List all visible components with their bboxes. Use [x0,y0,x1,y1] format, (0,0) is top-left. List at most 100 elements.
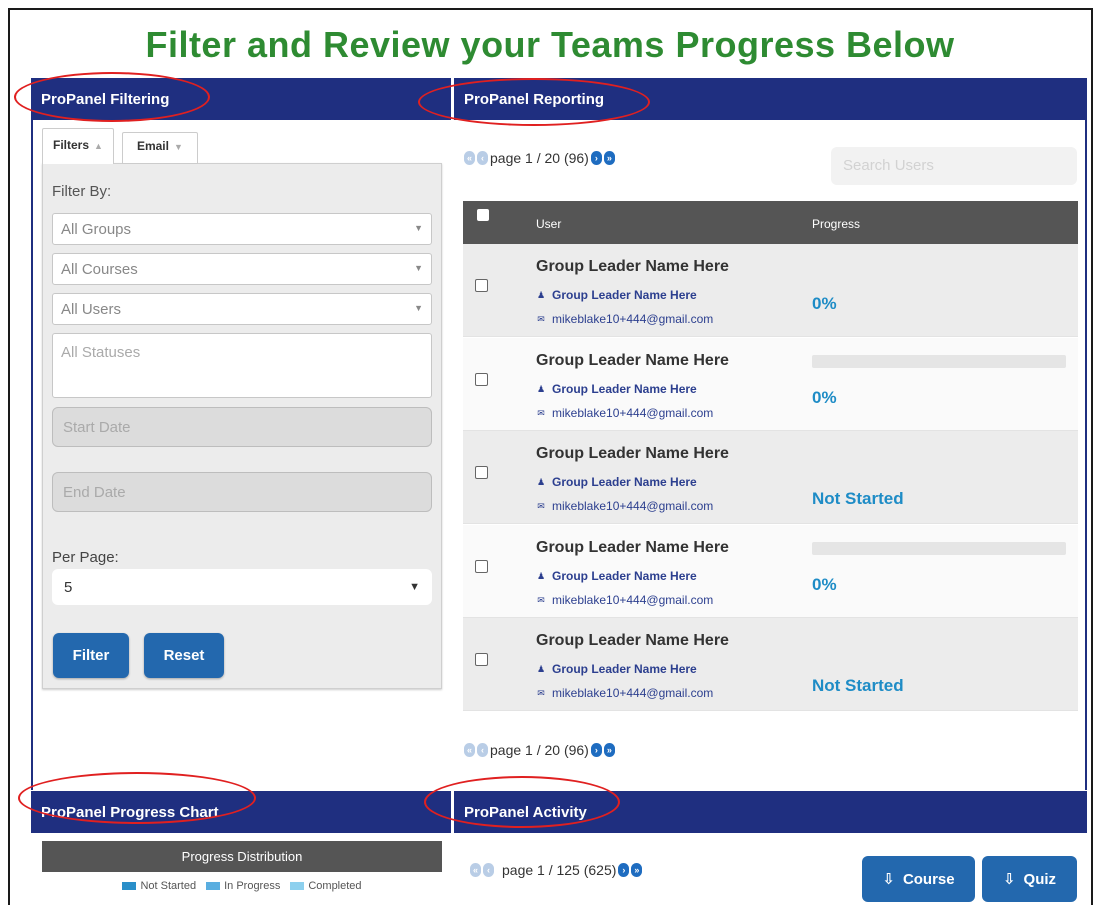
email-link[interactable]: ✉ mikeblake10+444@gmail.com [536,686,713,700]
next-page-icon[interactable]: › [590,743,602,757]
group-leader-text: Group Leader Name Here [552,662,697,676]
progress-value: Not Started [812,489,904,508]
email-text: mikeblake10+444@gmail.com [552,686,714,700]
legend-swatch [122,882,137,891]
legend-swatch [290,882,305,891]
group-leader-link[interactable]: ♟ Group Leader Name Here [536,288,697,302]
last-page-icon[interactable]: » [631,863,643,877]
progress-value: 0% [812,294,837,313]
email-link[interactable]: ✉ mikeblake10+444@gmail.com [536,406,713,420]
last-page-icon[interactable]: » [603,743,615,757]
progress-value: 0% [812,388,837,407]
email-link[interactable]: ✉ mikeblake10+444@gmail.com [536,593,713,607]
legend-item: In Progress [206,880,280,892]
first-page-icon[interactable]: « [464,151,475,165]
email-text: mikeblake10+444@gmail.com [552,593,714,607]
start-date-input[interactable]: Start Date [52,407,432,447]
tab-label: Email [136,139,169,153]
chart-title: Progress Distribution [42,841,442,872]
last-page-icon[interactable]: » [603,151,615,165]
next-page-icon[interactable]: › [618,863,630,877]
progress-bar [812,542,1066,555]
next-page-icon[interactable]: › [590,151,602,165]
envelope-icon: ✉ [537,313,545,324]
user-icon: ♟ [536,289,546,300]
search-users-input[interactable]: Search Users [831,147,1077,185]
filter-button[interactable]: Filter [53,633,129,678]
email-link[interactable]: ✉ mikeblake10+444@gmail.com [536,499,713,513]
prev-page-icon[interactable]: ‹ [477,743,488,757]
legend-label: Completed [308,880,362,892]
search-placeholder: Search Users [843,157,934,174]
user-name: Group Leader Name Here [536,632,729,649]
first-page-icon[interactable]: « [464,743,475,757]
envelope-icon: ✉ [537,687,545,698]
select-value: All Courses [61,261,138,278]
prev-page-icon[interactable]: ‹ [483,863,494,877]
legend-item: Not Started [122,880,196,892]
select-value: 5 [64,579,73,596]
envelope-icon: ✉ [537,407,545,418]
group-leader-link[interactable]: ♟ Group Leader Name Here [536,662,697,676]
column-user: User [536,217,562,231]
chart-legend: Not Started In Progress Completed [42,880,442,892]
user-icon: ♟ [536,570,546,581]
row-checkbox[interactable] [475,373,488,386]
reset-button[interactable]: Reset [144,633,224,678]
email-link[interactable]: ✉ mikeblake10+444@gmail.com [536,312,713,326]
prev-page-icon[interactable]: ‹ [477,151,488,165]
group-leader-link[interactable]: ♟ Group Leader Name Here [536,569,697,583]
pager-text: page 1 / 20 (96) [490,742,589,758]
quiz-download-button[interactable]: ⇩ Quiz [982,856,1077,902]
end-date-input[interactable]: End Date [52,472,432,512]
statuses-multiselect[interactable]: All Statuses [52,333,432,398]
users-select[interactable]: All Users ▼ [52,293,432,325]
select-value: All Users [61,301,122,318]
row-checkbox[interactable] [475,279,488,292]
tab-email[interactable]: Email ▼ [121,132,198,164]
select-all-checkbox[interactable] [477,209,489,221]
annotation-circle [14,72,210,122]
tab-filters[interactable]: Filters ▲ [42,128,114,164]
chevron-down-icon: ▼ [414,263,423,273]
legend-label: Not Started [140,880,197,892]
table-row: Group Leader Name Here ♟ Group Leader Name… [463,244,1078,337]
group-leader-link[interactable]: ♟ Group Leader Name Here [536,382,697,396]
email-text: mikeblake10+444@gmail.com [552,499,714,513]
table-header: User Progress [463,201,1078,244]
filter-tabs: Filters ▲ Email ▼ [42,128,198,164]
legend-swatch [206,882,221,891]
email-text: mikeblake10+444@gmail.com [552,406,714,420]
envelope-icon: ✉ [537,500,545,511]
courses-select[interactable]: All Courses ▼ [52,253,432,285]
email-text: mikeblake10+444@gmail.com [552,312,714,326]
row-checkbox[interactable] [475,653,488,666]
progress-bar [812,355,1066,368]
button-label: Quiz [1023,870,1057,888]
table-row: Group Leader Name Here ♟ Group Leader Name… [463,618,1078,711]
page-title: Filter and Review your Teams Progress Be… [145,24,955,65]
select-value: All Groups [61,221,132,238]
per-page-select[interactable]: 5 ▼ [52,569,432,605]
input-placeholder: End Date [63,484,126,501]
caret-down-icon: ▼ [173,142,183,152]
progress-value: 0% [812,575,837,594]
row-checkbox[interactable] [475,466,488,479]
filter-by-label: Filter By: [52,183,112,200]
groups-select[interactable]: All Groups ▼ [52,213,432,245]
panel-border-right [1085,120,1087,790]
chevron-down-icon: ▼ [414,223,423,233]
pager-bottom: « ‹ page 1 / 20 (96) › » [464,742,615,758]
button-label: Course [902,870,955,888]
group-leader-link[interactable]: ♟ Group Leader Name Here [536,475,697,489]
user-icon: ♟ [536,476,546,487]
annotation-circle [424,776,620,828]
row-checkbox[interactable] [475,560,488,573]
legend-label: In Progress [224,880,281,892]
per-page-label: Per Page: [52,549,119,566]
statuses-placeholder: All Statuses [61,344,141,361]
download-icon: ⇩ [1002,871,1016,888]
course-download-button[interactable]: ⇩ Course [862,856,975,902]
table-row: Group Leader Name Here ♟ Group Leader Name… [463,525,1078,618]
first-page-icon[interactable]: « [470,863,481,877]
